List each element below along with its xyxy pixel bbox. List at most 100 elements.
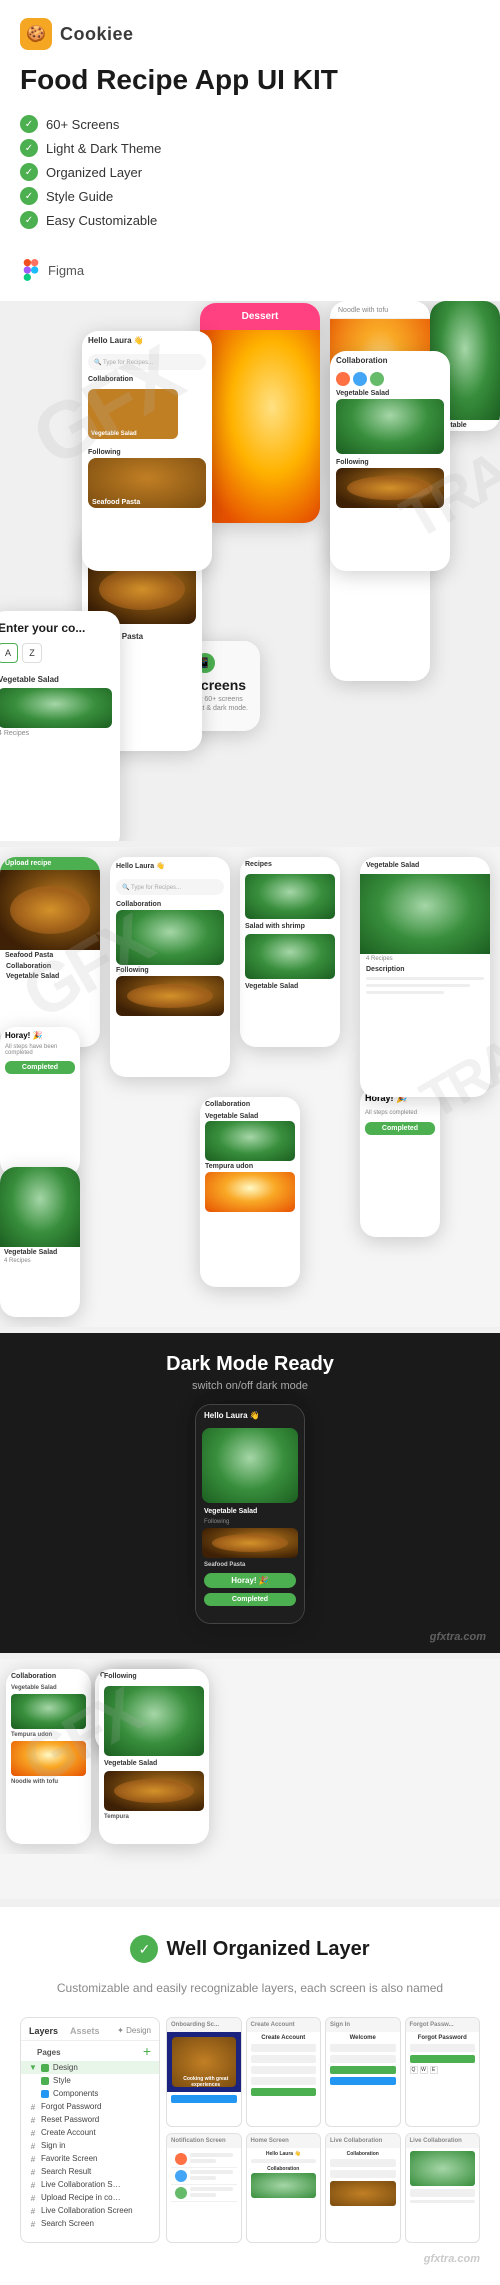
dessert-image: [200, 330, 320, 523]
organized-subtitle: Customizable and easily recognizable lay…: [20, 1979, 480, 1997]
app-name: Cookiee: [60, 24, 134, 45]
veggie-salad-label: Vegetable Salad: [91, 431, 137, 437]
desc-line-1: [366, 977, 484, 980]
collab-row-bottom: Collaboration Vegetable Salad Tempura ud…: [0, 1659, 500, 1854]
mini-screens-row-2: Notification Screen: [166, 2133, 480, 2243]
notif-line-5: [190, 2187, 233, 2191]
layer-components[interactable]: Components: [21, 2087, 159, 2100]
veggie-recipes-label: Vegetable Salad: [240, 981, 340, 992]
sign-in-header: Sign In: [326, 2018, 400, 2032]
layer-reset-pw[interactable]: # Reset Password: [21, 2113, 159, 2126]
keyboard-row: Q W E: [410, 2066, 476, 2074]
following-phone: Following Vegetable Salad Tempura: [99, 1669, 209, 1844]
hello-2: Hello Laura 👋: [110, 857, 230, 875]
add-page-button[interactable]: +: [143, 2043, 151, 2059]
following-phone-label: Following: [99, 1669, 209, 1684]
dot-style: [41, 2077, 49, 2085]
home-body: Hello Laura 👋 Collaboration: [247, 2148, 321, 2203]
tempura-img: [205, 1172, 295, 1212]
field-email: [251, 2055, 317, 2063]
pages-row: Pages +: [21, 2041, 159, 2061]
layer-search-result[interactable]: # Search Result: [21, 2165, 159, 2178]
layer-design-label: Design: [53, 2063, 78, 2072]
layer-style[interactable]: Style: [21, 2074, 159, 2087]
forgot-submit-btn: [410, 2055, 476, 2063]
notification-body: [167, 2148, 241, 2205]
veggie-bottom: Vegetable Salad: [200, 1112, 300, 1121]
following-salad: Vegetable Salad: [99, 1758, 209, 1769]
hello-label: Hello Laura 👋: [82, 331, 212, 350]
avatar-3: [370, 372, 384, 386]
pw-field-signin: [330, 2055, 396, 2063]
layer-search-screen[interactable]: # Search Screen: [21, 2217, 159, 2230]
lc2-line: [410, 2200, 476, 2203]
notif-3: [171, 2185, 237, 2202]
veggie-salad-card: Vegetable Salad: [88, 389, 178, 439]
layers-row: Layers Assets ✦ Design Pages + ▼ Design …: [20, 2017, 480, 2243]
collab-noodle-img: [11, 1741, 86, 1776]
screens-collage-2: GFX TRA Upload recipe Seafood Pasta Coll…: [0, 847, 500, 1327]
notif-line-2: [190, 2159, 216, 2163]
onboarding-body: [167, 2092, 241, 2109]
dark-completed[interactable]: Completed: [204, 1593, 296, 1606]
phone-collab-bottom: Collaboration Vegetable Salad Tempura ud…: [200, 1097, 300, 1287]
dark-mode-title: Dark Mode Ready: [0, 1333, 500, 1380]
signup-btn: [251, 2088, 317, 2096]
user-avatars-row: [330, 370, 450, 388]
feature-item-5: ✓ Easy Customizable: [20, 211, 480, 229]
code-input-2[interactable]: Z: [22, 643, 42, 663]
field-phone: [251, 2066, 317, 2074]
figma-badge: Figma: [20, 259, 480, 281]
layer-create-account[interactable]: # Create Account: [21, 2126, 159, 2139]
home-search: [251, 2159, 317, 2163]
hero-title: Food Recipe App UI KIT: [20, 62, 480, 97]
layer-live-collab-detail[interactable]: # Live Collaboration Screen Detail: [21, 2178, 159, 2191]
collab-header-right: Collaboration: [330, 351, 450, 370]
pages-label: Pages: [29, 2044, 69, 2059]
design-label-panel: ✦ Design: [117, 2026, 151, 2036]
layers-tab-assets: Assets: [70, 2026, 100, 2036]
veggie-salad-enter: Vegetable Salad: [0, 671, 120, 688]
screens-collage-3: GFX Collaboration Vegetable Salad Tempur…: [0, 1659, 500, 1899]
dark-phone-2: Hello Laura 👋 Vegetable Salad Following …: [195, 1404, 305, 1624]
collab-veggie: Vegetable Salad: [6, 1684, 91, 1692]
desc-line-3: [366, 991, 444, 994]
layer-reset-pw-label: Reset Password: [41, 2115, 99, 2124]
completed-right[interactable]: Completed: [365, 1122, 435, 1135]
layer-forgot-pw-label: Forgot Password: [41, 2102, 101, 2111]
notif-avatar-1: [175, 2153, 187, 2165]
veggie-recipes: [245, 934, 335, 979]
collab-label-2: Collaboration: [0, 961, 100, 972]
lc-food-img: [330, 2181, 396, 2206]
code-input-1[interactable]: A: [0, 643, 18, 663]
avatar-2: [353, 372, 367, 386]
gfxtra-watermark-dark: gfxtra.com: [430, 1631, 486, 1643]
layer-live-collab[interactable]: # Live Collaboration Screen: [21, 2204, 159, 2217]
hash-6: #: [29, 2168, 37, 2176]
completed-btn-2[interactable]: Completed: [5, 1061, 75, 1074]
layers-panel-header: Layers Assets ✦ Design: [21, 2018, 159, 2041]
layers-panel: Layers Assets ✦ Design Pages + ▼ Design …: [20, 2017, 160, 2243]
forgot-pw-title: Forgot Password: [410, 2035, 476, 2041]
hash-8: #: [29, 2194, 37, 2202]
veggie-detail-img: [360, 874, 490, 954]
hash-10: #: [29, 2220, 37, 2228]
horay-2: Horay! 🎉: [0, 1027, 80, 1044]
notif-line-1: [190, 2153, 233, 2157]
logo-row: 🍪 Cookiee: [20, 18, 480, 50]
following-tempura: Tempura: [99, 1813, 209, 1821]
layer-upload-recipe[interactable]: # Upload Recipe in collaboration sc...: [21, 2191, 159, 2204]
layer-favorite[interactable]: # Favorite Screen: [21, 2152, 159, 2165]
notif-avatar-2: [175, 2170, 187, 2182]
layer-sign-in[interactable]: # Sign in: [21, 2139, 159, 2152]
layer-forgot-pw[interactable]: # Forgot Password: [21, 2100, 159, 2113]
dot-components: [41, 2090, 49, 2098]
layer-design[interactable]: ▼ Design: [21, 2061, 159, 2074]
lc-field-2: [330, 2170, 396, 2178]
following-label-2: Following: [110, 965, 230, 976]
mini-onboarding: Onboarding Sc... Cooking with great expe…: [166, 2017, 242, 2127]
home-header: Home Screen: [247, 2134, 321, 2148]
onboarding-btn: [171, 2095, 237, 2103]
recipe-count: 4 Recipes: [0, 728, 120, 739]
dot-design: [41, 2064, 49, 2072]
